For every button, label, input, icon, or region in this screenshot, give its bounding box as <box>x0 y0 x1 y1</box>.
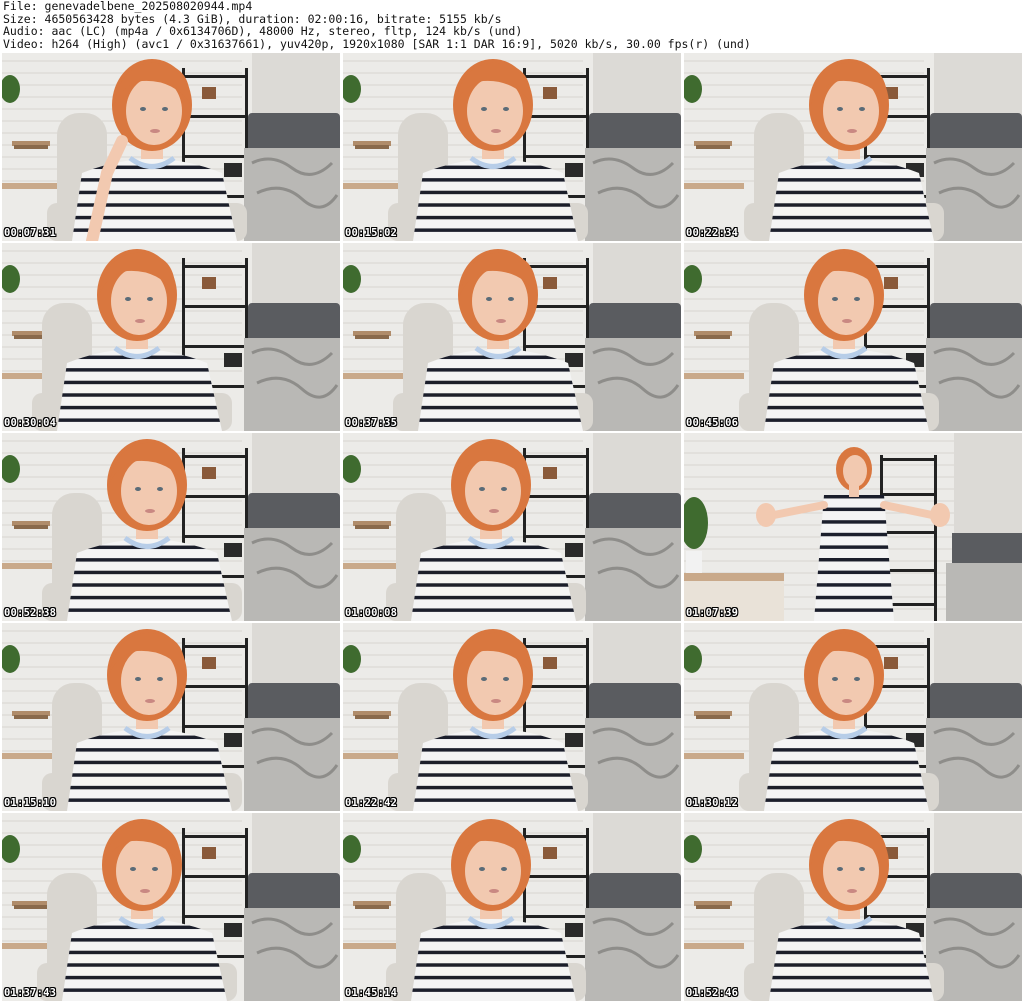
video-frame-thumbnail: 00:22:34 <box>684 53 1022 241</box>
video-frame-thumbnail: 01:52:46 <box>684 813 1022 1001</box>
frame-image <box>343 813 681 1001</box>
video-frame-thumbnail: 01:07:39 <box>684 433 1022 621</box>
frame-image <box>343 433 681 621</box>
frame-timestamp: 01:22:42 <box>345 797 398 809</box>
frame-timestamp: 00:07:31 <box>4 227 57 239</box>
frame-image <box>684 813 1022 1001</box>
frame-timestamp: 00:37:35 <box>345 417 398 429</box>
frame-timestamp: 01:37:43 <box>4 987 57 999</box>
video-frame-thumbnail: 01:30:12 <box>684 623 1022 811</box>
frame-image <box>684 433 1022 621</box>
frame-timestamp: 01:15:10 <box>4 797 57 809</box>
frame-image <box>343 623 681 811</box>
frame-image <box>343 243 681 431</box>
frame-image <box>2 433 340 621</box>
audio-line: Audio: aac (LC) (mp4a / 0x6134706D), 480… <box>3 24 523 39</box>
video-frame-thumbnail: 00:52:38 <box>2 433 340 621</box>
frame-image <box>343 53 681 241</box>
frame-timestamp: 00:52:38 <box>4 607 57 619</box>
frame-image <box>2 813 340 1001</box>
frame-timestamp: 00:22:34 <box>686 227 739 239</box>
frame-image <box>684 53 1022 241</box>
video-frame-thumbnail: 00:15:02 <box>343 53 681 241</box>
video-line: Video: h264 (High) (avc1 / 0x31637661), … <box>3 36 751 51</box>
frame-image <box>2 53 340 241</box>
frame-timestamp: 00:30:04 <box>4 417 57 429</box>
thumbnail-grid: 00:07:31 00:15:02 00:22:34 00:30:04 00:37:35… <box>2 53 1022 1001</box>
video-frame-thumbnail: 01:15:10 <box>2 623 340 811</box>
frame-timestamp: 01:07:39 <box>686 607 739 619</box>
frame-image <box>2 623 340 811</box>
frame-image <box>2 243 340 431</box>
video-frame-thumbnail: 01:45:14 <box>343 813 681 1001</box>
frame-timestamp: 01:45:14 <box>345 987 398 999</box>
video-frame-thumbnail: 00:45:06 <box>684 243 1022 431</box>
file-name-line: File: genevadelbene_202508020944.mp4 <box>3 0 253 13</box>
frame-timestamp: 01:00:08 <box>345 607 398 619</box>
frame-timestamp: 01:52:46 <box>686 987 739 999</box>
video-frame-thumbnail: 00:30:04 <box>2 243 340 431</box>
file-info-header: File: genevadelbene_202508020944.mp4 Siz… <box>3 0 1021 52</box>
video-frame-thumbnail: 01:37:43 <box>2 813 340 1001</box>
video-frame-thumbnail: 00:37:35 <box>343 243 681 431</box>
video-frame-thumbnail: 01:00:08 <box>343 433 681 621</box>
frame-image <box>684 243 1022 431</box>
video-frame-thumbnail: 00:07:31 <box>2 53 340 241</box>
frame-timestamp: 00:45:06 <box>686 417 739 429</box>
frame-timestamp: 00:15:02 <box>345 227 398 239</box>
frame-image <box>684 623 1022 811</box>
frame-timestamp: 01:30:12 <box>686 797 739 809</box>
video-frame-thumbnail: 01:22:42 <box>343 623 681 811</box>
